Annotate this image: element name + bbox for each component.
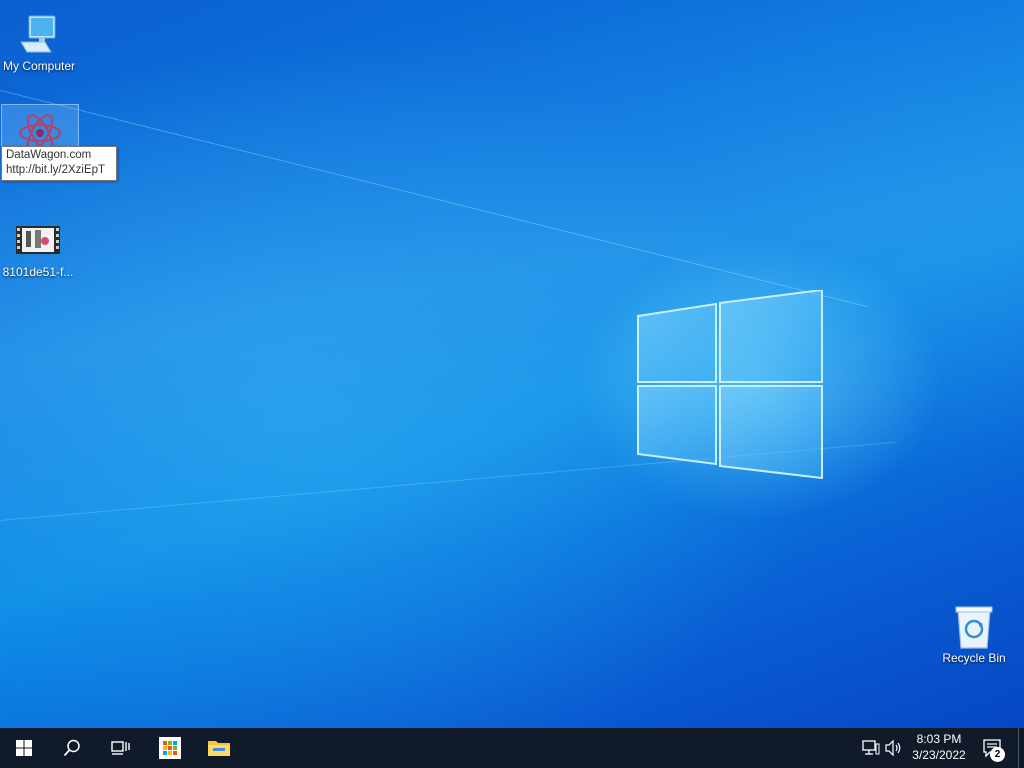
- desktop-icon-label: 8101de51-f...: [2, 265, 74, 279]
- file-explorer-button[interactable]: [195, 728, 243, 768]
- desktop-icon-recycle-bin[interactable]: Recycle Bin: [936, 598, 1012, 666]
- task-view-icon: [111, 741, 130, 755]
- search-button[interactable]: [48, 728, 96, 768]
- start-button[interactable]: [0, 728, 48, 768]
- video-file-icon: [14, 216, 62, 264]
- windows-logo-wallpaper: [637, 290, 823, 480]
- network-button[interactable]: [862, 740, 880, 761]
- desktop-icon-video-file[interactable]: 8101de51-f...: [0, 212, 76, 280]
- windows-start-icon: [16, 740, 32, 756]
- tooltip-title: DataWagon.com: [6, 149, 92, 161]
- tooltip-url: http://bit.ly/2XziEpT: [6, 164, 106, 176]
- taskbar: 8:03 PM 3/23/2022: [0, 728, 1024, 768]
- desktop[interactable]: My Computer DataWagon.com http://bit.ly/…: [0, 0, 1024, 728]
- file-explorer-icon: [208, 741, 230, 756]
- desktop-icon-label: My Computer: [2, 59, 76, 73]
- desktop-icon-label: Recycle Bin: [942, 651, 1006, 665]
- store-icon: [159, 737, 181, 759]
- network-icon: [862, 740, 880, 755]
- search-icon: [63, 739, 80, 757]
- desktop-icon-my-computer[interactable]: My Computer: [1, 6, 77, 74]
- store-button[interactable]: [146, 728, 194, 768]
- recycle-bin-icon: [950, 602, 998, 650]
- notification-count-badge: 2: [990, 747, 1005, 762]
- clock[interactable]: 8:03 PM 3/23/2022: [900, 731, 978, 763]
- tooltip: DataWagon.com http://bit.ly/2XziEpT: [1, 146, 117, 181]
- clock-time: 8:03 PM: [916, 732, 962, 746]
- clock-date: 3/23/2022: [912, 748, 966, 762]
- wallpaper-glow: [0, 0, 1024, 728]
- show-desktop-button[interactable]: [1018, 728, 1024, 768]
- task-view-button[interactable]: [96, 728, 144, 768]
- computer-icon: [15, 10, 63, 58]
